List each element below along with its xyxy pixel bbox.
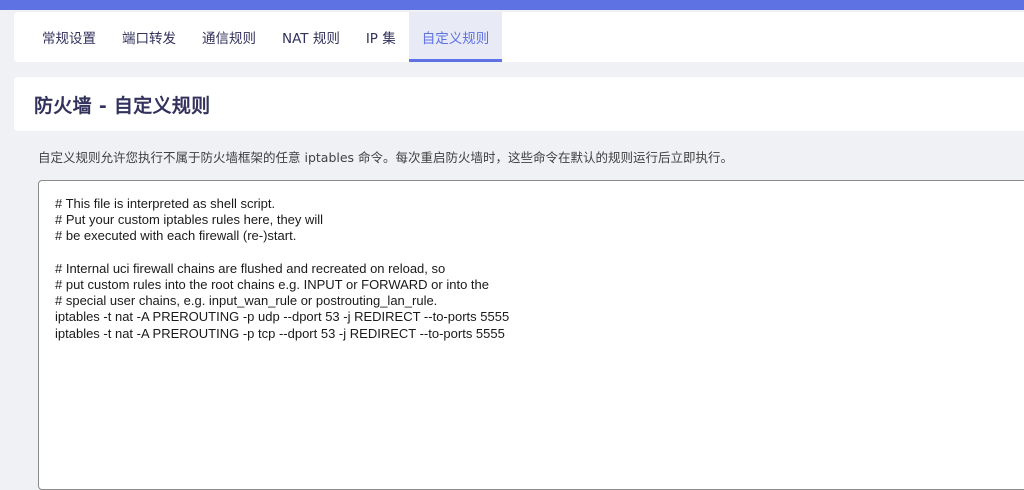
page-title-card: 防火墙 - 自定义规则 (14, 77, 1024, 131)
tab-general-settings[interactable]: 常规设置 (29, 12, 109, 62)
custom-rules-editor[interactable]: # This file is interpreted as shell scri… (38, 180, 1024, 490)
page-description: 自定义规则允许您执行不属于防火墙框架的任意 iptables 命令。每次重启防火… (38, 150, 734, 165)
tab-port-forwards[interactable]: 端口转发 (109, 12, 189, 62)
top-accent-bar (0, 0, 1024, 10)
page-title: 防火墙 - 自定义规则 (34, 94, 211, 117)
tab-nat-rules[interactable]: NAT 规则 (269, 12, 353, 62)
tab-custom-rules[interactable]: 自定义规则 (408, 12, 503, 62)
tab-traffic-rules[interactable]: 通信规则 (189, 12, 269, 62)
tab-bar: 常规设置 端口转发 通信规则 NAT 规则 IP 集 自定义规则 (14, 12, 1024, 62)
tab-ip-sets[interactable]: IP 集 (353, 12, 409, 62)
